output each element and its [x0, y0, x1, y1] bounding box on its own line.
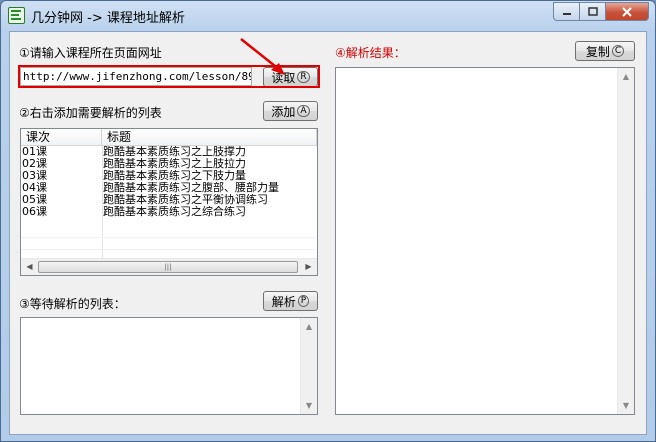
table-row[interactable]: 04课 跑酷基本素质练习之腹部、腰部力量	[21, 182, 317, 194]
scroll-down-icon[interactable]: ▼	[301, 397, 317, 414]
copy-button[interactable]: 复制 C	[575, 41, 635, 61]
pending-list-label: ③等待解析的列表：	[19, 297, 126, 311]
maximize-icon	[587, 7, 598, 16]
column-header-lesson[interactable]: 课次	[21, 129, 102, 146]
scroll-up-icon[interactable]: ▲	[618, 68, 634, 85]
table-row[interactable]: 02课 跑酷基本素质练习之上肢拉力	[21, 158, 317, 170]
result-label: ④解析结果：	[335, 46, 406, 60]
lesson-list[interactable]: 课次 标题 01课 跑酷基本素质练习之上肢撑力 02课 跑酷基本素质练习之上肢拉…	[20, 128, 318, 276]
scroll-down-icon[interactable]: ▼	[618, 397, 634, 414]
list-label: ②右击添加需要解析的列表	[19, 106, 162, 120]
scroll-right-icon[interactable]: ▶	[300, 259, 317, 275]
lesson-number: 06课	[22, 206, 47, 218]
lesson-title: 跑酷基本素质练习之上肢撑力	[103, 146, 246, 158]
lesson-title: 跑酷基本素质练习之下肢力量	[103, 170, 246, 182]
window-title: 几分钟网 -> 课程地址解析	[31, 11, 185, 26]
lesson-number: 05课	[22, 194, 47, 206]
add-button[interactable]: 添加 A	[263, 101, 318, 121]
list-header: 课次 标题	[21, 129, 317, 146]
lesson-title: 跑酷基本素质练习之腹部、腰部力量	[103, 182, 279, 194]
lesson-number: 02课	[22, 158, 47, 170]
horizontal-scrollbar[interactable]: ◀ ||| ▶	[21, 258, 317, 275]
app-logo-icon	[8, 7, 25, 24]
minimize-icon	[562, 12, 571, 15]
minimize-button[interactable]	[553, 2, 579, 21]
client-area: ①请输入课程所在页面网址 http://www.jifenzhong.com/l…	[9, 31, 647, 435]
scroll-left-icon[interactable]: ◀	[21, 259, 38, 275]
table-row[interactable]: 01课 跑酷基本素质练习之上肢撑力	[21, 146, 317, 158]
table-row[interactable]: 06课 跑酷基本素质练习之综合练习	[21, 206, 317, 218]
maximize-button[interactable]	[579, 2, 605, 21]
column-header-title[interactable]: 标题	[102, 129, 317, 146]
table-row[interactable]: 05课 跑酷基本素质练习之平衡协调练习	[21, 194, 317, 206]
lesson-title: 跑酷基本素质练习之综合练习	[103, 206, 246, 218]
annotation-arrow-icon	[240, 38, 285, 75]
row-divider	[21, 237, 317, 238]
scroll-thumb[interactable]: |||	[38, 261, 298, 273]
column-divider	[102, 146, 103, 258]
close-icon	[622, 6, 632, 17]
vertical-scrollbar[interactable]: ▲ ▼	[617, 68, 634, 414]
lesson-number: 04课	[22, 182, 47, 194]
url-label: ①请输入课程所在页面网址	[19, 46, 162, 60]
lesson-number: 03课	[22, 170, 47, 182]
lesson-title: 跑酷基本素质练习之上肢拉力	[103, 158, 246, 170]
row-divider	[21, 249, 317, 250]
title-bar[interactable]: 几分钟网 -> 课程地址解析	[1, 1, 655, 31]
lesson-number: 01课	[22, 146, 47, 158]
scroll-up-icon[interactable]: ▲	[301, 318, 317, 335]
app-window: 几分钟网 -> 课程地址解析 ①请输入课程所在页面网址 http://www.j…	[0, 0, 656, 442]
lesson-title: 跑酷基本素质练习之平衡协调练习	[103, 194, 268, 206]
parse-button[interactable]: 解析 P	[263, 291, 318, 311]
result-textarea[interactable]: ▲ ▼	[335, 67, 635, 415]
table-row[interactable]: 03课 跑酷基本素质练习之下肢力量	[21, 170, 317, 182]
vertical-scrollbar[interactable]: ▲ ▼	[300, 318, 317, 414]
pending-list-textarea[interactable]: ▲ ▼	[20, 317, 318, 415]
close-button[interactable]	[605, 2, 649, 21]
